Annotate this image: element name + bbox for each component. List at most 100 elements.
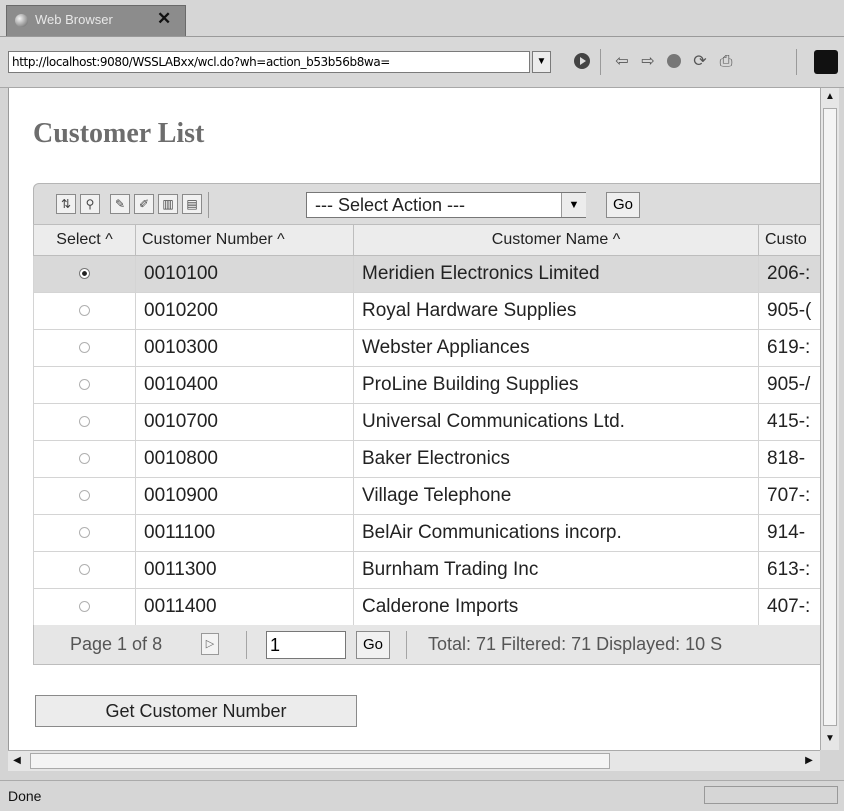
row-select-radio[interactable] — [79, 379, 90, 391]
pager-bar: Page 1 of 8 ▷ 1 Go Total: 71 Filtered: 7… — [33, 625, 821, 665]
row-select-radio[interactable] — [79, 527, 90, 539]
row-select-radio[interactable] — [79, 305, 90, 317]
customer-number-cell: 0010400 — [135, 366, 354, 404]
status-bar: Done — [0, 780, 844, 811]
filter-icon[interactable]: ⚲ — [80, 194, 100, 214]
row-select-cell — [33, 514, 136, 552]
toolbar-menu-button[interactable] — [814, 50, 838, 74]
browser-toolbar: http://localhost:9080/WSSLABxx/wcl.do?wh… — [0, 37, 844, 88]
row-select-cell — [33, 366, 136, 404]
expand-rows-icon[interactable]: ⇅ — [56, 194, 76, 214]
close-tab-icon[interactable]: ✕ — [157, 9, 171, 29]
customer-phone-cell: 905-/ — [758, 366, 821, 404]
customer-number-cell: 0010200 — [135, 292, 354, 330]
globe-icon — [15, 14, 28, 27]
url-field[interactable]: http://localhost:9080/WSSLABxx/wcl.do?wh… — [8, 51, 530, 73]
customer-number-cell: 0011100 — [135, 514, 354, 552]
table-row[interactable]: 0010900 Village Telephone 707-: — [33, 477, 821, 515]
table-row[interactable]: 0011400 Calderone Imports 407-: — [33, 588, 821, 626]
row-select-cell — [33, 292, 136, 330]
refresh-icon[interactable]: ⟳ — [690, 52, 710, 72]
table-row[interactable]: 0011100 BelAir Communications incorp. 914- — [33, 514, 821, 552]
scroll-down-icon[interactable]: ▼ — [821, 730, 839, 748]
get-customer-number-button[interactable]: Get Customer Number — [35, 695, 357, 727]
customer-number-cell: 0010300 — [135, 329, 354, 367]
row-select-cell — [33, 551, 136, 589]
column-header-customer-name[interactable]: Customer Name ^ — [353, 224, 759, 256]
row-select-radio[interactable] — [79, 490, 90, 502]
browser-tab[interactable]: Web Browser ✕ — [6, 5, 186, 36]
table-row[interactable]: 0010800 Baker Electronics 818- — [33, 440, 821, 478]
row-select-radio[interactable] — [79, 342, 90, 354]
customer-table: Select ^ Customer Number ^ Customer Name… — [33, 224, 821, 626]
url-history-dropdown[interactable]: ▼ — [532, 51, 551, 73]
pager-totals: Total: 71 Filtered: 71 Displayed: 10 S — [428, 634, 723, 654]
horizontal-scrollbar[interactable]: ◀ ▶ — [8, 750, 820, 771]
tab-title: Web Browser — [35, 12, 113, 27]
pager-separator — [406, 631, 407, 659]
customer-phone-cell: 206-: — [758, 255, 821, 293]
table-row[interactable]: 0010100 Meridien Electronics Limited 206-: — [33, 255, 821, 293]
customer-phone-cell: 818- — [758, 440, 821, 478]
grid-toolbar-separator — [208, 192, 209, 218]
customer-name-cell: Meridien Electronics Limited — [353, 255, 759, 293]
row-select-cell — [33, 588, 136, 626]
chevron-down-icon[interactable]: ▼ — [561, 193, 586, 217]
customer-name-cell: Webster Appliances — [353, 329, 759, 367]
scroll-left-icon[interactable]: ◀ — [8, 752, 26, 770]
status-text: Done — [8, 788, 42, 804]
customer-number-cell: 0010100 — [135, 255, 354, 293]
row-select-radio[interactable] — [79, 416, 90, 428]
vertical-scroll-thumb[interactable] — [823, 108, 837, 726]
customer-number-cell: 0011400 — [135, 588, 354, 626]
stop-icon[interactable] — [664, 52, 684, 72]
back-arrow-icon[interactable]: ⇦ — [612, 52, 632, 72]
horizontal-scroll-thumb[interactable] — [30, 753, 610, 769]
customer-number-cell: 0011300 — [135, 551, 354, 589]
scroll-up-icon[interactable]: ▲ — [821, 88, 839, 106]
print-icon[interactable]: ⎙ — [716, 52, 736, 72]
column-header-customer-phone[interactable]: Custo — [758, 224, 821, 256]
action-go-button[interactable]: Go — [606, 192, 640, 218]
customer-name-cell: Village Telephone — [353, 477, 759, 515]
row-select-radio[interactable] — [79, 453, 90, 465]
action-select[interactable]: --- Select Action --- — [306, 192, 586, 218]
next-page-icon[interactable]: ▷ — [201, 633, 219, 655]
toolbar-separator — [796, 49, 797, 75]
table-row[interactable]: 0010700 Universal Communications Ltd. 415-… — [33, 403, 821, 441]
customer-number-cell: 0010800 — [135, 440, 354, 478]
customer-phone-cell: 905-( — [758, 292, 821, 330]
page-go-button[interactable]: Go — [356, 631, 390, 659]
edit-row-icon[interactable]: ✐ — [134, 194, 154, 214]
edit-pencil-icon[interactable]: ✎ — [110, 194, 130, 214]
row-select-cell — [33, 255, 136, 293]
column-header-customer-number[interactable]: Customer Number ^ — [135, 224, 354, 256]
customer-phone-cell: 407-: — [758, 588, 821, 626]
go-icon[interactable] — [572, 52, 592, 72]
toolbar-separator — [600, 49, 601, 75]
table-row[interactable]: 0010300 Webster Appliances 619-: — [33, 329, 821, 367]
table-header-row: Select ^ Customer Number ^ Customer Name… — [33, 224, 821, 256]
row-select-radio[interactable] — [79, 564, 90, 576]
customer-name-cell: Baker Electronics — [353, 440, 759, 478]
vertical-scrollbar[interactable]: ▲ ▼ — [820, 88, 839, 750]
customer-phone-cell: 415-: — [758, 403, 821, 441]
table-row[interactable]: 0010400 ProLine Building Supplies 905-/ — [33, 366, 821, 404]
customer-name-cell: ProLine Building Supplies — [353, 366, 759, 404]
page-number-input[interactable]: 1 — [266, 631, 346, 659]
scroll-right-icon[interactable]: ▶ — [800, 752, 818, 770]
forward-arrow-icon[interactable]: ⇨ — [638, 52, 658, 72]
page-indicator: Page 1 of 8 — [70, 634, 163, 654]
delete-icon[interactable]: ▤ — [182, 194, 202, 214]
customer-number-cell: 0010700 — [135, 403, 354, 441]
column-header-select[interactable]: Select ^ — [33, 224, 136, 256]
columns-icon[interactable]: ▥ — [158, 194, 178, 214]
grid-toolbar: ⇅ ⚲ ✎ ✐ ▥ ▤ --- Select Action --- ▼ Go — [33, 183, 821, 225]
customer-phone-cell: 619-: — [758, 329, 821, 367]
page-viewport: Customer List ⇅ ⚲ ✎ ✐ ▥ ▤ --- Select Act… — [8, 88, 821, 750]
table-row[interactable]: 0011300 Burnham Trading Inc 613-: — [33, 551, 821, 589]
table-row[interactable]: 0010200 Royal Hardware Supplies 905-( — [33, 292, 821, 330]
row-select-radio[interactable] — [79, 268, 90, 280]
row-select-radio[interactable] — [79, 601, 90, 613]
progress-indicator — [704, 786, 838, 804]
